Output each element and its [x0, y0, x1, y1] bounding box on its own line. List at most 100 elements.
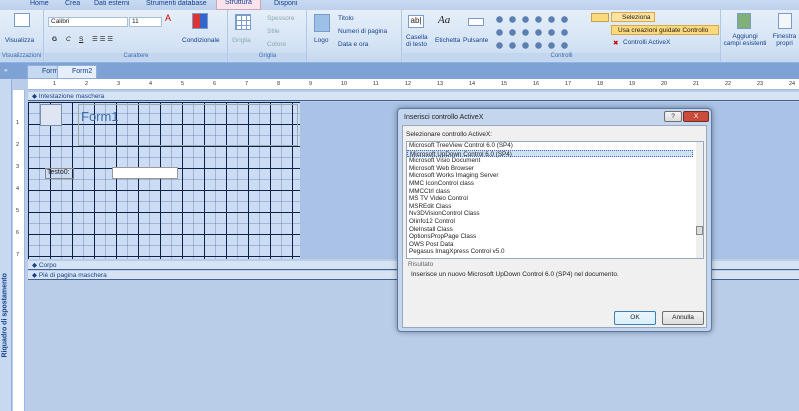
font-select[interactable]: Calibri	[48, 17, 128, 27]
activex-list[interactable]: Microsoft TreeView Control 6.0 (SP4) Micr…	[406, 141, 704, 259]
thickness-button[interactable]: Spessore	[267, 15, 294, 22]
doc-tab-form2[interactable]: Form2	[57, 65, 98, 79]
list-prompt: Selezionare controllo ActiveX:	[406, 131, 492, 138]
group-label: Visualizzazioni	[0, 53, 43, 61]
button-button[interactable]: Pulsante	[463, 37, 488, 44]
activex-list-item[interactable]: OptionsPropPage Class	[407, 233, 703, 241]
ruler-tick-label: 12	[405, 81, 412, 87]
ruler-tick-label: 17	[565, 81, 572, 87]
scrollbar-thumb[interactable]	[696, 226, 703, 235]
grid-button[interactable]: Griglia	[232, 37, 251, 44]
body-section-label: Corpo	[38, 262, 57, 269]
group-carattere: Calibri 11 G C S ☰ ☰ ☰ A Condizionale Ca…	[45, 10, 228, 62]
ok-button[interactable]: OK	[614, 311, 656, 325]
date-time-button[interactable]: Data e ora	[338, 41, 368, 48]
ruler-tick-label: 20	[661, 81, 668, 87]
activex-list-item[interactable]: Microsoft Web Browser	[407, 165, 703, 173]
group-strumenti: Aggiungi campi esistenti Finestra propri	[722, 10, 799, 62]
expand-nav-icon[interactable]: »	[4, 67, 8, 74]
list-scrollbar[interactable]	[696, 142, 703, 258]
form-icon	[40, 104, 62, 126]
group-controlli: ab| Casella di testo Aa Etichetta Pulsan…	[403, 10, 721, 62]
add-fields-button[interactable]: Aggiungi campi esistenti	[723, 33, 767, 47]
ruler-tick-label: 2	[85, 81, 89, 87]
document-tabs: » Form1 Form2	[0, 63, 799, 79]
bold-button[interactable]: G	[52, 36, 57, 43]
activex-list-item[interactable]: MSREdit Class	[407, 203, 703, 211]
font-color-icon[interactable]: A	[165, 13, 171, 23]
ribbon-tabs: Home Crea Dati esterni Strumenti databas…	[0, 0, 799, 10]
underline-button[interactable]: S	[79, 36, 83, 43]
activex-list-item[interactable]: MMC IconControl class	[407, 180, 703, 188]
activex-list-item[interactable]: Nv3DVisionControl Class	[407, 210, 703, 218]
align-buttons[interactable]: ☰ ☰ ☰	[92, 35, 113, 43]
label-button[interactable]: Etichetta	[435, 37, 460, 44]
ruler-tick-label: 15	[501, 81, 508, 87]
tab-dati-esterni[interactable]: Dati esterni	[94, 0, 129, 7]
textbox-button[interactable]: Casella di testo	[406, 34, 432, 48]
vertical-ruler: 1 2 3 4 5 6 7	[13, 90, 25, 411]
ruler-tick-label: 4	[149, 81, 153, 87]
label-icon: Aa	[438, 14, 451, 26]
group-intestazione: Logo Titolo Numeri di pagina Data e ora	[308, 10, 402, 62]
controls-gallery[interactable]	[493, 13, 573, 53]
ruler-tick-label: 13	[437, 81, 444, 87]
tab-disponi[interactable]: Disponi	[274, 0, 297, 7]
help-button[interactable]: ?	[664, 111, 682, 122]
vruler-tick-label: 1	[16, 120, 20, 126]
select-button[interactable]: Seleziona	[611, 12, 655, 22]
cancel-button[interactable]: Annulla	[662, 311, 704, 325]
activex-list-item[interactable]: OWS Post Data	[407, 241, 703, 249]
navigation-pane[interactable]: Riquadro di spostamento	[0, 79, 12, 411]
ruler-tick-label: 21	[693, 81, 700, 87]
title-control[interactable]: Form1	[78, 104, 298, 146]
properties-button[interactable]: Finestra propri	[770, 33, 799, 47]
tab-strumenti-database[interactable]: Strumenti database	[146, 0, 207, 7]
logo-button[interactable]: Logo	[314, 37, 328, 44]
view-button[interactable]: Visualizza	[5, 37, 34, 44]
close-button[interactable]: X	[683, 111, 709, 122]
logo-icon	[314, 14, 330, 32]
activex-button[interactable]: Controlli ActiveX	[623, 39, 670, 46]
conditional-button[interactable]: Condizionale	[182, 37, 220, 44]
style-button[interactable]: Stile	[267, 28, 280, 35]
ruler-tick-label: 22	[725, 81, 732, 87]
activex-list-item[interactable]: OIinfo12 Control	[407, 218, 703, 226]
page-numbers-button[interactable]: Numeri di pagina	[338, 28, 387, 35]
italic-button[interactable]: C	[66, 36, 71, 43]
use-wizards-toggle[interactable]: Usa creazioni guidate Controllo	[611, 25, 719, 35]
ruler-tick-label: 7	[245, 81, 249, 87]
properties-icon	[778, 13, 792, 29]
form-design-grid[interactable]: Form1 Testo0:	[28, 102, 300, 259]
insert-activex-dialog: Inserisci controllo ActiveX ? X Selezion…	[397, 108, 712, 332]
ruler-tick-label: 23	[757, 81, 764, 87]
activex-list-item[interactable]: OleInstall Class	[407, 226, 703, 234]
group-visualizzazioni: Visualizza Visualizzazioni	[0, 10, 44, 62]
activex-list-item[interactable]: Pegasus ImagXpress Control v5.0	[407, 248, 703, 256]
title-button[interactable]: Titolo	[338, 15, 354, 22]
ruler-tick-label: 14	[469, 81, 476, 87]
tab-crea[interactable]: Crea	[65, 0, 80, 7]
activex-list-item[interactable]: Microsoft TreeView Control 6.0 (SP4)	[407, 142, 703, 150]
activex-list-item[interactable]: Microsoft Visio Document	[407, 157, 703, 165]
grid-icon	[235, 14, 251, 30]
ruler-tick-label: 5	[181, 81, 185, 87]
tab-home[interactable]: Home	[30, 0, 49, 7]
select-label: Seleziona	[622, 14, 651, 21]
group-label: Carattere	[45, 53, 227, 61]
font-size-select[interactable]: 11	[129, 17, 162, 27]
text-input-control[interactable]	[112, 167, 178, 179]
rectangle-tool-icon[interactable]	[591, 13, 609, 22]
vruler-tick-label: 3	[16, 164, 20, 170]
ruler-tick-label: 3	[117, 81, 121, 87]
section-header-bar[interactable]: ◆ Intestazione maschera	[28, 92, 799, 101]
activex-list-item[interactable]: Microsoft UpDown Control 6.0 (SP4)	[407, 149, 693, 158]
textbox-label[interactable]: Testo0:	[45, 168, 74, 179]
tab-struttura[interactable]: Struttura	[216, 0, 261, 10]
dialog-title: Inserisci controllo ActiveX	[404, 114, 484, 121]
vruler-tick-label: 5	[16, 208, 20, 214]
activex-list-item[interactable]: Microsoft Works Imaging Server	[407, 172, 703, 180]
color-button[interactable]: Colore	[267, 41, 286, 48]
activex-list-item[interactable]: MS TV Video Control	[407, 195, 703, 203]
activex-list-item[interactable]: MMCCtrl class	[407, 188, 703, 196]
